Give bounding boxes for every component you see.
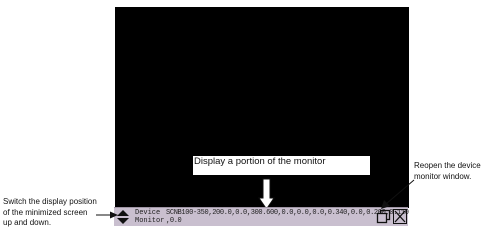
close-icon[interactable] — [393, 209, 407, 224]
callout-switch-position: Switch the display position of the minim… — [3, 197, 97, 227]
right-arrow-icon — [96, 211, 118, 219]
reopen-window-icon[interactable] — [376, 209, 391, 224]
updown-switch-icon[interactable] — [116, 209, 130, 225]
device-data-readout: SCNB100-350,200.0,0.0,300.600,0.0,0.0,0.… — [166, 209, 409, 225]
down-arrow-icon — [258, 178, 275, 210]
diagonal-arrow-icon — [381, 179, 415, 209]
callout-display-portion: Display a portion of the monitor — [194, 156, 326, 167]
callout-reopen-window: Reopen the device monitor window. — [414, 161, 481, 181]
device-monitor-taskbar: Device Monitor SCNB100-350,200.0,0.0,300… — [114, 207, 409, 226]
device-monitor-label: Device Monitor — [135, 209, 165, 225]
